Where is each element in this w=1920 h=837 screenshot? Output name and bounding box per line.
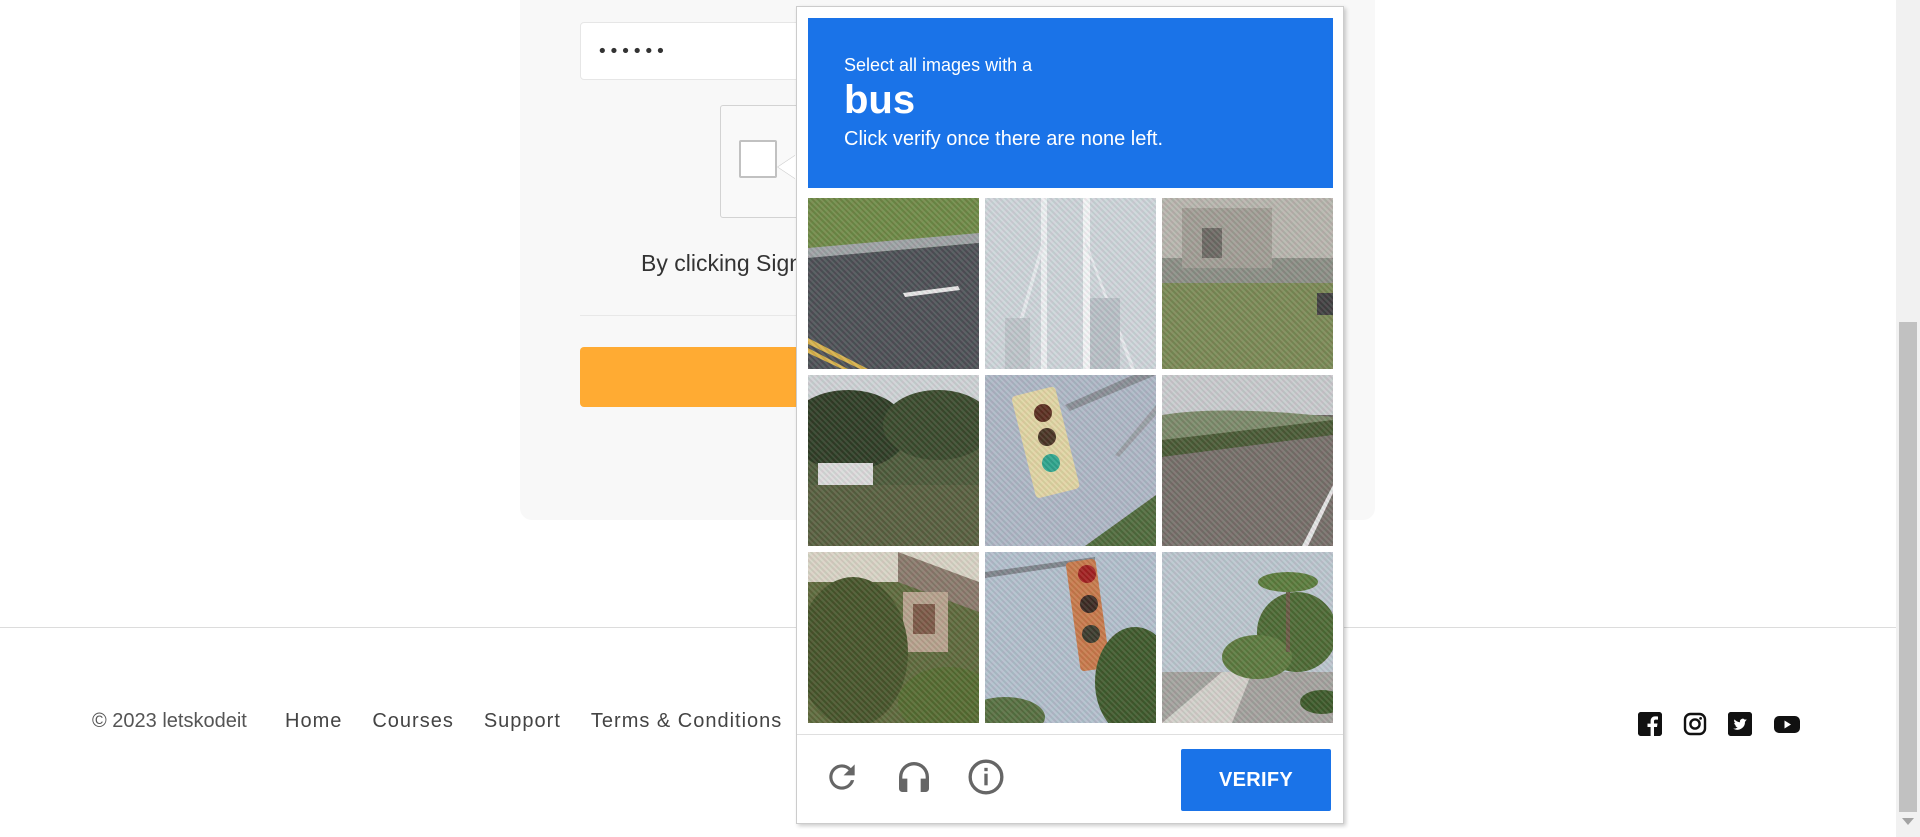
- recaptcha-checkbox[interactable]: [739, 140, 777, 178]
- footer-nav: Home Courses Support Terms & Conditions: [285, 710, 812, 733]
- image-tile[interactable]: [985, 198, 1156, 369]
- challenge-header: Select all images with a bus Click verif…: [808, 18, 1333, 188]
- headphones-icon[interactable]: [894, 757, 934, 797]
- challenge-image-grid: [808, 198, 1333, 723]
- youtube-icon[interactable]: [1773, 712, 1801, 736]
- reload-icon[interactable]: [822, 757, 862, 797]
- challenge-target-word: bus: [844, 78, 916, 122]
- image-tile[interactable]: [808, 375, 979, 546]
- info-icon[interactable]: [966, 757, 1006, 797]
- terms-text: By clicking Sign: [641, 250, 803, 276]
- scrollbar-thumb[interactable]: [1899, 322, 1917, 812]
- footer-link-terms[interactable]: Terms & Conditions: [591, 710, 782, 733]
- image-tile[interactable]: [1162, 375, 1333, 546]
- image-tile[interactable]: [808, 552, 979, 723]
- image-tile[interactable]: [1162, 198, 1333, 369]
- footer-copyright: © 2023 letskodeit: [92, 710, 247, 732]
- challenge-instruction: Select all images with a: [844, 55, 1033, 75]
- image-tile[interactable]: [985, 552, 1156, 723]
- footer-link-courses[interactable]: Courses: [372, 710, 453, 733]
- image-tile[interactable]: [808, 198, 979, 369]
- twitter-icon[interactable]: [1728, 712, 1752, 736]
- popup-pointer: [778, 155, 796, 179]
- challenge-footer-divider: [797, 734, 1343, 735]
- image-tile[interactable]: [1162, 552, 1333, 723]
- image-tile[interactable]: [985, 375, 1156, 546]
- footer-link-support[interactable]: Support: [484, 710, 561, 733]
- verify-button[interactable]: VERIFY: [1181, 749, 1331, 811]
- footer-link-home[interactable]: Home: [285, 710, 342, 733]
- scroll-down-arrow[interactable]: [1902, 818, 1914, 825]
- challenge-sub-instruction: Click verify once there are none left.: [844, 128, 1164, 150]
- instagram-icon[interactable]: [1683, 712, 1707, 736]
- facebook-icon[interactable]: [1638, 712, 1662, 736]
